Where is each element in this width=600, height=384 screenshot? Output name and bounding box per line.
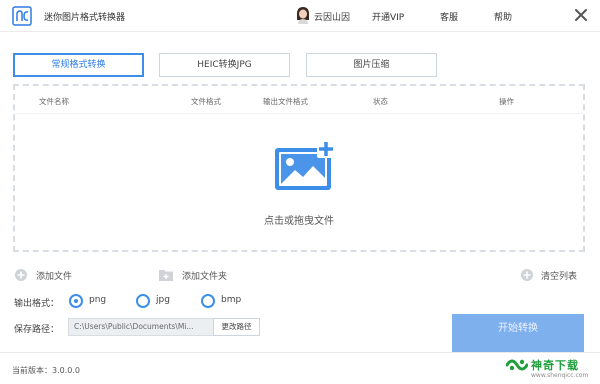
clear-circle-icon: [521, 269, 533, 281]
watermark-url: www.shenqicc.com: [531, 372, 589, 379]
help-link[interactable]: 帮助: [494, 10, 512, 23]
watermark-text: 神奇下载: [531, 359, 579, 372]
close-icon[interactable]: [570, 4, 592, 26]
start-convert-button[interactable]: 开始转换: [452, 314, 584, 352]
format-radio-jpg[interactable]: jpg: [136, 294, 182, 308]
tab-heic-to-jpg[interactable]: HEIC转换JPG: [159, 53, 290, 77]
radio-dot: [74, 299, 78, 303]
radio-circle: [201, 294, 215, 308]
add-image-icon[interactable]: [273, 140, 335, 192]
tab-format-convert[interactable]: 常规格式转换: [13, 53, 144, 77]
watermark: 神奇下载 www.shenqicc.com: [506, 354, 596, 382]
save-path-field[interactable]: C:\Users\Public\Documents\Mi...: [68, 318, 214, 336]
add-folder-icon: [159, 270, 173, 281]
user-name[interactable]: 云因山因: [314, 10, 350, 23]
format-radio-bmp[interactable]: bmp: [201, 294, 251, 308]
column-output-format: 输出文件格式: [263, 97, 308, 106]
add-folder-label: 添加文件夹: [182, 272, 228, 282]
column-status: 状态: [373, 97, 388, 106]
format-option-png: png: [89, 295, 107, 305]
clear-list-label: 清空列表: [541, 272, 578, 282]
format-option-bmp: bmp: [221, 295, 242, 305]
format-radio-png[interactable]: png: [69, 294, 119, 308]
file-table-header: 文件名称 文件格式 输出文件格式 状态 操作: [15, 86, 583, 114]
add-folder-button[interactable]: 添加文件夹: [158, 268, 242, 282]
vip-link[interactable]: 开通VIP: [372, 10, 404, 23]
change-path-button[interactable]: 更改路径: [213, 318, 260, 336]
service-link[interactable]: 客服: [440, 10, 458, 23]
user-avatar-icon[interactable]: [296, 6, 310, 24]
add-circle-icon: [15, 269, 27, 281]
add-file-label: 添加文件: [36, 272, 73, 282]
drop-hint[interactable]: 点击或拖曳文件: [15, 212, 583, 227]
column-file-format: 文件格式: [191, 97, 221, 106]
radio-circle: [136, 294, 150, 308]
tab-image-compress[interactable]: 图片压缩: [306, 53, 437, 77]
column-file-name: 文件名称: [39, 97, 69, 106]
add-file-button[interactable]: 添加文件: [14, 268, 84, 282]
clear-list-button[interactable]: 清空列表: [520, 268, 584, 282]
file-drop-zone[interactable]: 文件名称 文件格式 输出文件格式 状态 操作 点击或拖曳文件: [13, 84, 585, 252]
format-option-jpg: jpg: [156, 295, 170, 305]
output-format-label: 输出格式：: [14, 299, 60, 309]
app-title: 迷你图片格式转换器: [44, 13, 126, 23]
app-logo-icon: [12, 6, 32, 26]
version-text: 当前版本：3.0.0.0: [12, 366, 80, 375]
title-bar: 迷你图片格式转换器 云因山因 开通VIP 客服 帮助: [0, 0, 600, 32]
column-actions: 操作: [499, 97, 514, 106]
watermark-logo-icon: [506, 359, 528, 371]
save-path-label: 保存路径：: [14, 325, 60, 335]
radio-circle: [69, 294, 83, 308]
